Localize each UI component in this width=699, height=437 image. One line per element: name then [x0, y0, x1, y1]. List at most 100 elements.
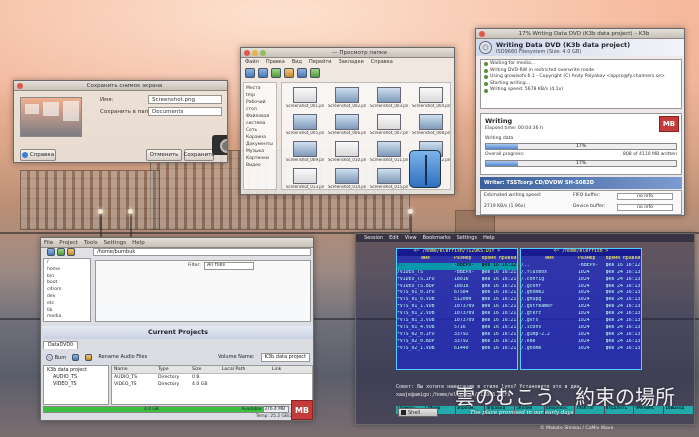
column-header[interactable]: Size	[190, 366, 220, 373]
column-header[interactable]: Link	[270, 366, 310, 373]
column-header[interactable]: Name	[112, 366, 156, 373]
back-icon[interactable]	[47, 248, 55, 256]
file-row[interactable]: /.gstreamer 1024 фев 24 16:13	[521, 304, 641, 311]
sidebar-item[interactable]: Файловая система	[246, 113, 274, 127]
sidebar-item[interactable]: Видео	[246, 162, 274, 169]
save-dialog-titlebar[interactable]: Сохранить снимок экрана	[14, 81, 227, 91]
sidebar-item[interactable]: Сеть	[246, 127, 274, 134]
file-row[interactable]: /.kde 1024 фев 24 16:13	[521, 339, 641, 346]
menu-project[interactable]: Project	[59, 240, 78, 246]
menu-settings[interactable]: Settings	[104, 240, 127, 246]
menu-tools[interactable]: Tools	[84, 240, 98, 246]
left-file-panel[interactable]: <~ /home/elerrish/TIZOKS.Dif > Имя Разме…	[396, 248, 518, 370]
image-file-icon[interactable]	[377, 114, 401, 130]
table-row[interactable]: VIDEO_TS Directory 4.0 GB	[112, 381, 312, 388]
search-icon[interactable]	[310, 68, 320, 78]
file-row[interactable]: *VTS_01_2.VOB 1073709 фев 16 16:21	[397, 311, 517, 318]
tree-item[interactable]: dev	[47, 294, 87, 301]
project-tree-root[interactable]: K3b data project	[47, 367, 105, 374]
file-row[interactable]: *VTS_01_0.IFO 67584 фев 16 16:21	[397, 290, 517, 297]
back-icon[interactable]	[245, 68, 255, 78]
menu-bookmarks[interactable]: Закладки	[339, 59, 364, 65]
up-icon[interactable]	[271, 68, 281, 78]
sidebar-item[interactable]: Корзина	[246, 134, 274, 141]
menu-help[interactable]: Справка	[371, 59, 393, 65]
tab-datadvd0[interactable]: DataDVD0	[43, 341, 79, 349]
file-row[interactable]: /.config 1024 фев 24 16:13	[521, 277, 641, 284]
minimize-icon[interactable]	[252, 49, 258, 56]
help-button[interactable]: Справка	[20, 149, 56, 161]
sidebar-item[interactable]: Документы	[246, 141, 274, 148]
location-field[interactable]: /home/burnbuk	[93, 248, 311, 256]
filter-select[interactable]: All Files	[204, 262, 254, 270]
k3b-progress-titlebar[interactable]: 17% Writing Data DVD (K3b data project) …	[476, 29, 684, 39]
project-tree-item[interactable]: VIDEO_TS	[47, 381, 105, 388]
menu-file[interactable]: Файл	[245, 59, 259, 65]
menu-view[interactable]: Вид	[292, 59, 302, 65]
folder-select[interactable]: Documents	[148, 107, 222, 116]
tree-item[interactable]: home	[47, 267, 87, 274]
menu-session[interactable]: Session	[364, 235, 383, 241]
sidebar-item[interactable]: tmp	[246, 92, 274, 99]
file-row[interactable]: /.gnupg 1024 фев 24 16:13	[521, 297, 641, 304]
file-row[interactable]: *VTS_02_1.VOB 61440 фев 16 16:21	[397, 346, 517, 353]
file-row[interactable]: /.icons 1024 фев 24 16:13	[521, 325, 641, 332]
image-file-icon[interactable]	[293, 168, 317, 184]
file-row[interactable]: *VIDEO_TS.IFO 18016 фев 16 16:21	[397, 277, 517, 284]
image-file-icon[interactable]	[377, 141, 401, 157]
file-row[interactable]: /.. -ВВЕРХ-фев 16 16:12	[397, 262, 517, 270]
file-row[interactable]: *VTS_02_0.BUP 33792 фев 16 16:21	[397, 339, 517, 346]
cancel-button[interactable]: Отменить	[146, 149, 182, 161]
image-file-icon[interactable]	[419, 114, 443, 130]
file-row[interactable]: /.fluxbox 1024 фев 24 16:13	[521, 270, 641, 277]
volume-name-field[interactable]: K3b data project	[260, 352, 310, 362]
image-file-icon[interactable]	[335, 168, 359, 184]
home-icon[interactable]	[67, 248, 75, 256]
sidebar-item[interactable]: Рабочий стол	[246, 99, 274, 113]
menu-edit[interactable]: Edit	[389, 235, 399, 241]
image-file-icon[interactable]	[335, 87, 359, 103]
menu-bookmarks[interactable]: Bookmarks	[423, 235, 451, 241]
table-row[interactable]: AUDIO_TS Directory 0 B	[112, 374, 312, 381]
filename-field[interactable]: Screenshot.png	[148, 95, 222, 104]
menu-help[interactable]: Help	[132, 240, 145, 246]
close-icon[interactable]	[17, 82, 23, 89]
file-row[interactable]: /VIDEO_TS -ВВЕРХ-фев 16 16:21	[397, 270, 517, 277]
column-header[interactable]: Type	[156, 366, 190, 373]
file-row[interactable]: *VIDEO_TS.BUP 18016 фев 16 16:21	[397, 284, 517, 291]
file-row[interactable]: /.gnome2 1024 фев 24 16:13	[521, 290, 641, 297]
sidebar-item[interactable]: Места	[246, 85, 274, 92]
close-icon[interactable]	[479, 30, 485, 37]
reload-icon[interactable]	[297, 68, 307, 78]
tree-item[interactable]: media	[47, 314, 87, 321]
file-row[interactable]: *VTS_01_1.VOB 1073709 фев 16 16:21	[397, 304, 517, 311]
tree-item[interactable]: /	[47, 260, 87, 267]
menu-edit[interactable]: Правка	[266, 59, 285, 65]
maximize-icon[interactable]	[260, 49, 266, 56]
image-file-icon[interactable]	[293, 87, 317, 103]
menu-file[interactable]: File	[44, 240, 53, 246]
file-row[interactable]: /.gimp-2.2 1024 фев 24 16:13	[521, 332, 641, 339]
forward-icon[interactable]	[258, 68, 268, 78]
file-row[interactable]: *VTS_01_4.VOB 5716 фев 16 16:21	[397, 325, 517, 332]
close-icon[interactable]	[244, 49, 250, 56]
right-file-panel[interactable]: <~ /home/elerrish > Имя Размер Время пра…	[520, 248, 642, 370]
menu-view[interactable]: View	[405, 235, 417, 241]
file-row[interactable]: /.gvfs 1024 фев 24 16:13	[521, 318, 641, 325]
file-row[interactable]: /.. -ВВЕРХ-фев 16 16:12	[521, 263, 641, 270]
file-row[interactable]: /.gnome 1024 фев 24 16:13	[521, 346, 641, 353]
burn-button[interactable]: Burn	[46, 353, 66, 361]
file-row[interactable]: /.gtkrc 1024 фев 24 16:13	[521, 311, 641, 318]
tree-item[interactable]: cdrom	[47, 287, 87, 294]
image-file-icon[interactable]	[335, 141, 359, 157]
sidebar-item[interactable]: Музыка	[246, 148, 274, 155]
finder-icon[interactable]	[409, 150, 441, 188]
project-tree-item[interactable]: AUDIO_TS	[47, 374, 105, 381]
image-file-icon[interactable]	[293, 141, 317, 157]
image-file-icon[interactable]	[377, 168, 401, 184]
file-row[interactable]: *VTS_01_3.VOB 1073709 фев 16 16:21	[397, 318, 517, 325]
home-icon[interactable]	[284, 68, 294, 78]
rename-audio-button[interactable]: Rename Audio Files	[98, 354, 147, 360]
file-row[interactable]: /.gconf 1024 фев 24 16:13	[521, 284, 641, 291]
menu-go[interactable]: Перейти	[309, 59, 332, 65]
